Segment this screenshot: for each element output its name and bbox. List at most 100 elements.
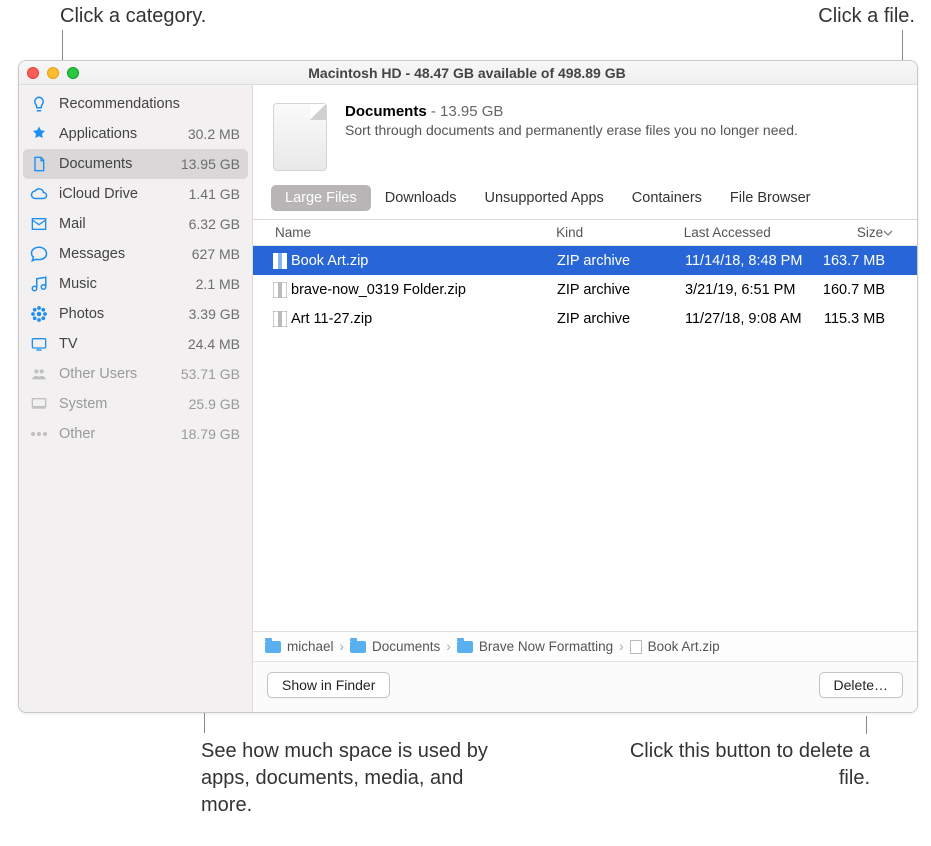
tab-large-files[interactable]: Large Files <box>271 185 371 211</box>
cloud-icon <box>29 184 49 204</box>
column-size[interactable]: Size <box>817 225 883 240</box>
sidebar-item-tv[interactable]: TV 24.4 MB <box>19 329 252 359</box>
storage-management-window: Macintosh HD - 48.47 GB available of 498… <box>18 60 918 713</box>
lightbulb-icon <box>29 94 49 114</box>
column-headers: Name Kind Last Accessed Size <box>253 220 917 246</box>
sidebar: Recommendations Applications 30.2 MB Doc… <box>19 85 253 712</box>
sidebar-item-other-users[interactable]: Other Users 53.71 GB <box>19 359 252 389</box>
hero-description: Sort through documents and permanently e… <box>345 122 798 138</box>
zip-icon <box>269 311 291 327</box>
file-row[interactable]: brave-now_0319 Folder.zip ZIP archive 3/… <box>253 275 917 304</box>
sidebar-item-size: 627 MB <box>192 246 240 262</box>
sidebar-item-label: Messages <box>59 246 182 262</box>
sidebar-item-size: 6.32 GB <box>189 216 240 232</box>
sidebar-item-label: Recommendations <box>59 96 230 112</box>
sidebar-item-music[interactable]: Music 2.1 MB <box>19 269 252 299</box>
sidebar-item-label: Other <box>59 426 171 442</box>
sidebar-item-label: Documents <box>59 156 171 172</box>
file-name: brave-now_0319 Folder.zip <box>291 282 557 298</box>
path-segment[interactable]: Documents <box>350 639 440 654</box>
sidebar-item-size: 25.9 GB <box>189 396 240 412</box>
file-kind: ZIP archive <box>557 253 685 269</box>
sidebar-item-label: System <box>59 396 179 412</box>
sidebar-item-label: Other Users <box>59 366 171 382</box>
hero-title: Documents <box>345 103 427 120</box>
path-segment[interactable]: michael <box>265 639 334 654</box>
sidebar-item-label: Music <box>59 276 186 292</box>
sidebar-item-size: 53.71 GB <box>181 366 240 382</box>
zip-icon <box>269 282 291 298</box>
sidebar-item-label: Applications <box>59 126 178 142</box>
apps-icon <box>29 124 49 144</box>
sidebar-item-other[interactable]: Other 18.79 GB <box>19 419 252 449</box>
hero-size: 13.95 GB <box>440 103 503 120</box>
sidebar-item-messages[interactable]: Messages 627 MB <box>19 239 252 269</box>
column-kind[interactable]: Kind <box>556 225 684 240</box>
disk-name: Macintosh HD <box>308 65 401 81</box>
users-icon <box>29 364 49 384</box>
window-title: Macintosh HD - 48.47 GB available of 498… <box>25 65 909 81</box>
sidebar-item-recommendations[interactable]: Recommendations <box>19 89 252 119</box>
sidebar-item-label: TV <box>59 336 178 352</box>
hero: Documents - 13.95 GB Sort through docume… <box>253 85 917 185</box>
tabs: Large FilesDownloadsUnsupported AppsCont… <box>253 185 917 220</box>
sidebar-item-documents[interactable]: Documents 13.95 GB <box>23 149 248 179</box>
document-icon <box>29 154 49 174</box>
chevron-right-icon: › <box>446 639 451 654</box>
sidebar-item-size: 3.39 GB <box>189 306 240 322</box>
documents-icon <box>273 103 327 171</box>
file-last-accessed: 11/14/18, 8:48 PM <box>685 253 819 269</box>
sidebar-item-label: Photos <box>59 306 179 322</box>
path-segment[interactable]: Brave Now Formatting <box>457 639 613 654</box>
mail-icon <box>29 214 49 234</box>
sidebar-item-size: 2.1 MB <box>196 276 240 292</box>
folder-icon <box>457 641 473 653</box>
file-kind: ZIP archive <box>557 311 685 327</box>
callout-top-left: Click a category. <box>60 3 206 30</box>
callout-bottom-right: Click this button to delete a file. <box>620 738 870 792</box>
sidebar-item-icloud-drive[interactable]: iCloud Drive 1.41 GB <box>19 179 252 209</box>
delete-button[interactable]: Delete… <box>819 672 903 698</box>
sidebar-item-label: Mail <box>59 216 179 232</box>
file-size: 160.7 MB <box>819 282 885 298</box>
storage-available: 48.47 GB available of 498.89 GB <box>414 65 626 81</box>
column-menu-icon[interactable] <box>883 228 905 238</box>
music-icon <box>29 274 49 294</box>
path-bar: michael › Documents › Brave Now Formatting › B… <box>253 631 917 661</box>
column-name[interactable]: Name <box>275 225 556 240</box>
sidebar-item-applications[interactable]: Applications 30.2 MB <box>19 119 252 149</box>
show-in-finder-button[interactable]: Show in Finder <box>267 672 390 698</box>
sidebar-item-size: 1.41 GB <box>189 186 240 202</box>
titlebar: Macintosh HD - 48.47 GB available of 498… <box>19 61 917 85</box>
footer: Show in Finder Delete… <box>253 661 917 712</box>
path-segment[interactable]: Book Art.zip <box>630 639 720 654</box>
sidebar-item-size: 30.2 MB <box>188 126 240 142</box>
zip-icon <box>630 640 642 654</box>
sidebar-item-size: 18.79 GB <box>181 426 240 442</box>
tab-downloads[interactable]: Downloads <box>371 185 471 211</box>
file-last-accessed: 11/27/18, 9:08 AM <box>685 311 819 327</box>
message-icon <box>29 244 49 264</box>
tab-containers[interactable]: Containers <box>618 185 716 211</box>
sidebar-item-system[interactable]: System 25.9 GB <box>19 389 252 419</box>
sidebar-item-mail[interactable]: Mail 6.32 GB <box>19 209 252 239</box>
file-row[interactable]: Book Art.zip ZIP archive 11/14/18, 8:48 … <box>253 246 917 275</box>
file-last-accessed: 3/21/19, 6:51 PM <box>685 282 819 298</box>
dots-icon <box>29 424 49 444</box>
file-size: 115.3 MB <box>819 311 885 327</box>
sidebar-item-photos[interactable]: Photos 3.39 GB <box>19 299 252 329</box>
chevron-right-icon: › <box>340 639 345 654</box>
file-list: Book Art.zip ZIP archive 11/14/18, 8:48 … <box>253 246 917 631</box>
folder-icon <box>265 641 281 653</box>
sidebar-item-label: iCloud Drive <box>59 186 179 202</box>
tab-file-browser[interactable]: File Browser <box>716 185 825 211</box>
sidebar-item-size: 24.4 MB <box>188 336 240 352</box>
file-row[interactable]: Art 11-27.zip ZIP archive 11/27/18, 9:08… <box>253 304 917 333</box>
chevron-right-icon: › <box>619 639 624 654</box>
tab-unsupported-apps[interactable]: Unsupported Apps <box>470 185 617 211</box>
file-size: 163.7 MB <box>819 253 885 269</box>
folder-icon <box>350 641 366 653</box>
file-kind: ZIP archive <box>557 282 685 298</box>
callout-bottom-left: See how much space is used by apps, docu… <box>201 738 491 819</box>
column-last-accessed[interactable]: Last Accessed <box>684 225 818 240</box>
